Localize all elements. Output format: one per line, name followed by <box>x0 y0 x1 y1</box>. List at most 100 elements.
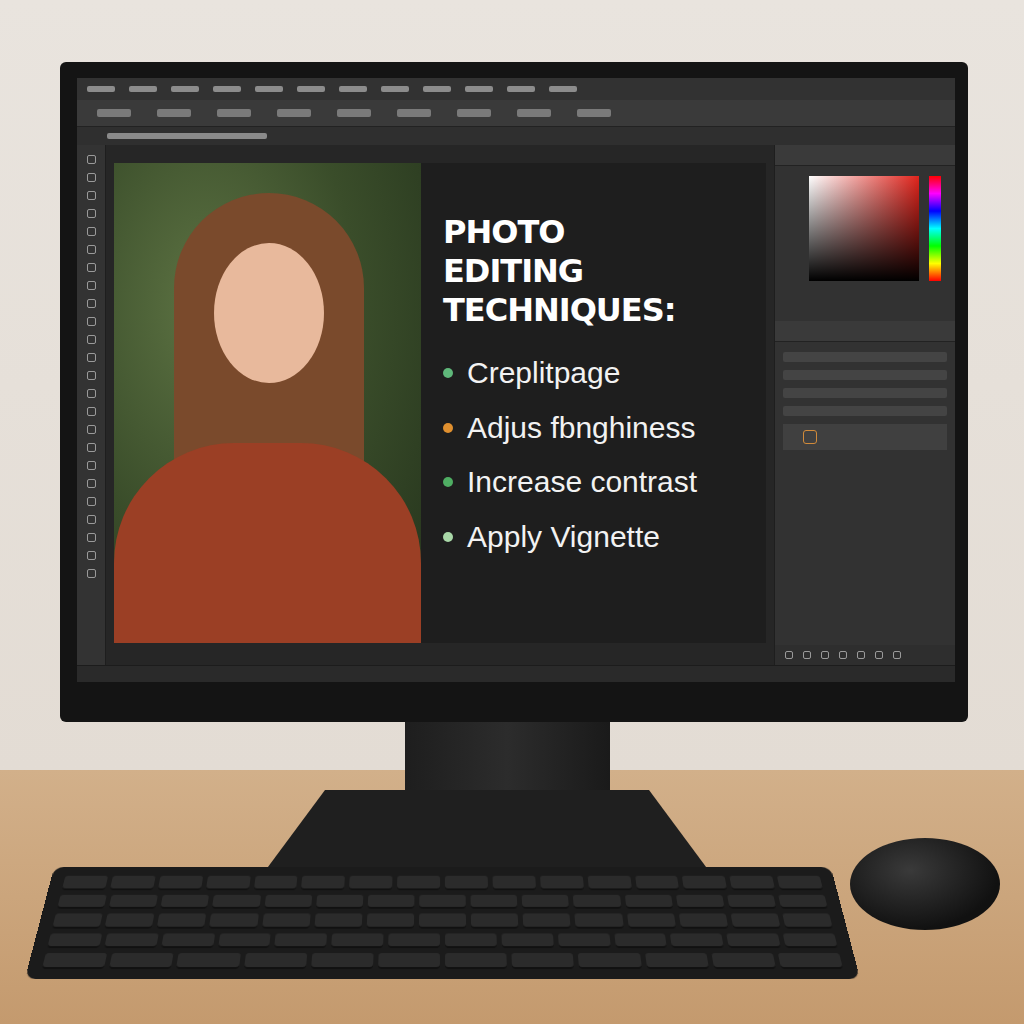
tool-icon[interactable] <box>87 371 96 380</box>
key[interactable] <box>676 894 725 908</box>
key[interactable] <box>540 876 584 890</box>
option-control[interactable] <box>337 109 371 117</box>
tool-icon[interactable] <box>87 407 96 416</box>
key[interactable] <box>161 933 215 948</box>
tool-icon[interactable] <box>87 155 96 164</box>
mouse[interactable] <box>850 838 1000 930</box>
key[interactable] <box>314 914 362 929</box>
key[interactable] <box>670 933 724 948</box>
tool-icon[interactable] <box>87 353 96 362</box>
key[interactable] <box>558 933 611 948</box>
key[interactable] <box>274 933 327 948</box>
menu-item[interactable] <box>381 86 409 92</box>
panel-icon[interactable] <box>839 651 847 659</box>
key[interactable] <box>782 914 833 929</box>
key[interactable] <box>492 876 535 890</box>
menu-item[interactable] <box>549 86 577 92</box>
key[interactable] <box>777 876 823 890</box>
tool-icon[interactable] <box>87 389 96 398</box>
key[interactable] <box>206 876 251 890</box>
option-control[interactable] <box>157 109 191 117</box>
key[interactable] <box>682 876 727 890</box>
key[interactable] <box>218 933 271 948</box>
menu-item[interactable] <box>255 86 283 92</box>
panel-icon[interactable] <box>821 651 829 659</box>
key[interactable] <box>110 876 156 890</box>
option-control[interactable] <box>577 109 611 117</box>
key[interactable] <box>62 876 108 890</box>
key[interactable] <box>311 953 374 969</box>
key[interactable] <box>52 914 103 929</box>
key[interactable] <box>397 876 440 890</box>
key[interactable] <box>158 876 203 890</box>
tool-icon[interactable] <box>87 209 96 218</box>
color-field[interactable] <box>809 176 919 281</box>
key[interactable] <box>522 894 570 908</box>
menu-item[interactable] <box>87 86 115 92</box>
key[interactable] <box>157 914 207 929</box>
panel-row[interactable] <box>783 406 947 416</box>
key[interactable] <box>587 876 631 890</box>
key[interactable] <box>388 933 440 948</box>
option-control[interactable] <box>97 109 131 117</box>
key[interactable] <box>104 933 159 948</box>
key[interactable] <box>575 914 624 929</box>
key[interactable] <box>471 894 518 908</box>
panel-row[interactable] <box>783 352 947 362</box>
panel-icon[interactable] <box>875 651 883 659</box>
key[interactable] <box>471 914 519 929</box>
panel-icon[interactable] <box>893 651 901 659</box>
key[interactable] <box>711 953 776 969</box>
option-control[interactable] <box>457 109 491 117</box>
key[interactable] <box>445 953 507 969</box>
tool-icon[interactable] <box>87 443 96 452</box>
key[interactable] <box>366 914 414 929</box>
key[interactable] <box>578 953 641 969</box>
key[interactable] <box>778 894 828 908</box>
key[interactable] <box>243 953 306 969</box>
menu-item[interactable] <box>423 86 451 92</box>
key[interactable] <box>47 933 102 948</box>
key[interactable] <box>378 953 440 969</box>
menu-item[interactable] <box>129 86 157 92</box>
key[interactable] <box>109 894 158 908</box>
key[interactable] <box>331 933 383 948</box>
key[interactable] <box>445 876 488 890</box>
hue-slider[interactable] <box>929 176 941 281</box>
option-control[interactable] <box>517 109 551 117</box>
menu-item[interactable] <box>213 86 241 92</box>
key[interactable] <box>778 953 843 969</box>
menu-item[interactable] <box>507 86 535 92</box>
key[interactable] <box>301 876 345 890</box>
tool-icon[interactable] <box>87 227 96 236</box>
key[interactable] <box>105 914 155 929</box>
key[interactable] <box>109 953 174 969</box>
key[interactable] <box>730 914 780 929</box>
key[interactable] <box>264 894 312 908</box>
panel-row[interactable] <box>783 388 947 398</box>
key[interactable] <box>57 894 107 908</box>
panel-icon[interactable] <box>803 651 811 659</box>
key[interactable] <box>730 876 776 890</box>
key[interactable] <box>727 933 782 948</box>
tool-icon[interactable] <box>87 191 96 200</box>
key[interactable] <box>419 914 466 929</box>
tool-icon[interactable] <box>87 461 96 470</box>
menu-item[interactable] <box>171 86 199 92</box>
option-control[interactable] <box>397 109 431 117</box>
tool-icon[interactable] <box>87 551 96 560</box>
tool-icon[interactable] <box>87 335 96 344</box>
key[interactable] <box>614 933 667 948</box>
key[interactable] <box>624 894 673 908</box>
key[interactable] <box>783 933 838 948</box>
panel-icon[interactable] <box>857 651 865 659</box>
key[interactable] <box>573 894 621 908</box>
document-tab[interactable] <box>107 133 267 139</box>
menu-item[interactable] <box>297 86 325 92</box>
tool-icon[interactable] <box>87 299 96 308</box>
key[interactable] <box>627 914 676 929</box>
tool-icon[interactable] <box>87 425 96 434</box>
tool-icon[interactable] <box>87 533 96 542</box>
option-control[interactable] <box>277 109 311 117</box>
key[interactable] <box>209 914 258 929</box>
